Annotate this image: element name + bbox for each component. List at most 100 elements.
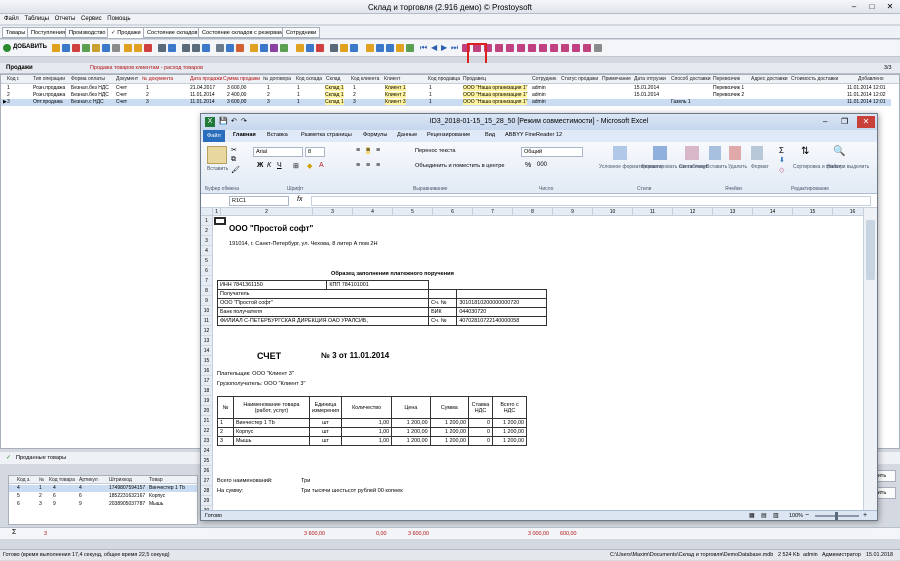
filter-add-icon[interactable] — [134, 44, 142, 52]
row-header[interactable]: 26 — [201, 466, 213, 476]
excel-tab-file[interactable]: Файл — [203, 130, 225, 142]
table-cell[interactable]: 2 — [267, 92, 270, 98]
wrap-text-button[interactable]: Перенос текста — [415, 148, 455, 154]
excel-window[interactable]: X 💾 ↶ ↷ ID3_2018-01-15_15_28_50 [Режим с… — [200, 113, 878, 521]
table-cell[interactable]: 3 — [353, 99, 356, 105]
column-header[interactable]: 12 — [673, 208, 713, 216]
list-cell[interactable]: 1749807594157 — [109, 485, 145, 491]
row-header[interactable]: 3 — [201, 236, 213, 246]
autosum-icon[interactable]: Σ — [779, 146, 784, 155]
font-size-select[interactable]: 8 — [305, 147, 325, 157]
column-header[interactable]: 7 — [473, 208, 513, 216]
delete-cells-label[interactable]: Удалить — [728, 164, 747, 170]
last-record-icon[interactable]: ⏭ — [451, 43, 458, 53]
filter-clear-icon[interactable] — [144, 44, 152, 52]
col-seller-code[interactable]: Код продавца — [428, 76, 460, 82]
check-icon[interactable] — [406, 44, 414, 52]
copy-icon[interactable] — [62, 44, 70, 52]
excel-minimize-icon[interactable]: – — [823, 114, 827, 130]
table-cell[interactable]: 3 — [146, 99, 149, 105]
thousands-icon[interactable]: 000 — [537, 162, 547, 168]
minimize-icon[interactable]: – — [846, 1, 862, 12]
column-header[interactable]: 14 — [753, 208, 793, 216]
doc-type-13-icon[interactable] — [594, 44, 602, 52]
table-row[interactable]: 3 Опт.продажа Безнал.с НДС Счет 3 11.01.2014 3… — [1, 99, 891, 106]
warning-icon[interactable] — [316, 44, 324, 52]
tab-receipts[interactable]: Поступления — [27, 27, 69, 38]
export-icon[interactable] — [202, 44, 210, 52]
col-store-code[interactable]: Код склада — [296, 76, 322, 82]
list-cell[interactable]: 6 — [53, 493, 56, 499]
row-header[interactable]: 10 — [201, 306, 213, 316]
table-cell[interactable]: Счет — [116, 99, 127, 105]
table-cell[interactable]: 1 — [267, 85, 270, 91]
group-icon[interactable] — [270, 44, 278, 52]
table-cell[interactable]: 1 — [297, 85, 300, 91]
search-next-icon[interactable] — [168, 44, 176, 52]
table-cell[interactable]: Газель 1 — [671, 99, 691, 105]
format-painter-icon[interactable]: 🖌 — [231, 166, 240, 174]
table-cell[interactable]: admin — [532, 92, 546, 98]
delete-cells-icon[interactable] — [729, 146, 741, 160]
table-cell[interactable]: 3 — [7, 99, 10, 105]
menu-help[interactable]: Помощь — [107, 16, 130, 22]
paste-icon[interactable] — [207, 146, 227, 164]
table-cell[interactable]: Безнал.с НДС — [71, 99, 104, 105]
table-cell[interactable]: 1 — [146, 85, 149, 91]
column-header[interactable]: 9 — [553, 208, 593, 216]
prev-record-icon[interactable]: ◀ — [431, 43, 437, 52]
table-cell[interactable]: Склад 1 — [325, 85, 344, 91]
filter-icon[interactable] — [124, 44, 132, 52]
underline-icon[interactable]: Ч — [277, 162, 282, 169]
zoom-out-icon[interactable]: − — [805, 511, 809, 521]
table-cell[interactable]: Опт.продажа — [33, 99, 63, 105]
maximize-icon[interactable]: □ — [864, 1, 880, 12]
table-cell[interactable]: 15.01.2014 — [634, 85, 659, 91]
insert-function-icon[interactable]: fx — [297, 196, 302, 203]
star-icon[interactable] — [296, 44, 304, 52]
table-cell[interactable]: 1 — [297, 92, 300, 98]
menu-reports[interactable]: Отчеты — [55, 16, 76, 22]
table-cell[interactable]: 2 400,00 — [227, 92, 246, 98]
col-article[interactable]: Артикул — [79, 477, 98, 483]
col-sale-date[interactable]: Дата продажи — [190, 76, 222, 82]
row-header[interactable]: 13 — [201, 336, 213, 346]
doc-type-4-icon[interactable] — [495, 44, 503, 52]
table-cell[interactable]: 3 — [267, 99, 270, 105]
row-header[interactable]: 4 — [201, 246, 213, 256]
table-cell[interactable]: Перевозчик 2 — [713, 92, 744, 98]
row-header[interactable]: 16 — [201, 366, 213, 376]
col-doc-number[interactable]: № документа — [142, 76, 173, 82]
col-goods-code[interactable]: Код товара — [49, 477, 75, 483]
row-header[interactable]: 12 — [201, 326, 213, 336]
close-icon[interactable]: ✕ — [882, 1, 898, 12]
list-cell[interactable]: 1852231632167 — [109, 493, 145, 499]
row-header[interactable]: 18 — [201, 386, 213, 396]
align-right-icon[interactable]: ≡ — [376, 162, 380, 169]
column-header[interactable]: 15 — [793, 208, 833, 216]
next-record-icon[interactable]: ▶ — [441, 43, 447, 52]
clear-icon[interactable]: ◇ — [779, 166, 784, 174]
row-header[interactable]: 11 — [201, 316, 213, 326]
row-header[interactable]: 21 — [201, 416, 213, 426]
font-name-select[interactable]: Arial — [253, 147, 303, 157]
table-cell[interactable]: 1 — [297, 99, 300, 105]
vertical-scrollbar[interactable] — [863, 208, 877, 510]
table-cell[interactable]: 15.01.2014 — [634, 92, 659, 98]
col-num[interactable]: № — [39, 477, 44, 483]
list-item[interactable]: 5 2 6 6 1852231632167 Корпус — [9, 493, 197, 500]
row-header[interactable]: 6 — [201, 266, 213, 276]
list-cell[interactable]: Мышь — [149, 501, 163, 507]
table-cell[interactable]: Безнал.без НДС — [71, 85, 109, 91]
excel-tab-review[interactable]: Рецензирование — [427, 132, 470, 138]
insert-cells-icon[interactable] — [709, 146, 721, 160]
col-contract[interactable]: № договора — [263, 76, 291, 82]
doc-type-5-icon[interactable] — [506, 44, 514, 52]
delete-icon[interactable] — [72, 44, 80, 52]
row-header[interactable]: 7 — [201, 276, 213, 286]
print-preview-icon[interactable] — [192, 44, 200, 52]
formula-input[interactable] — [311, 196, 871, 206]
row-header[interactable]: 28 — [201, 486, 213, 496]
list-cell[interactable]: 9 — [79, 501, 82, 507]
table-cell[interactable]: admin — [532, 85, 546, 91]
